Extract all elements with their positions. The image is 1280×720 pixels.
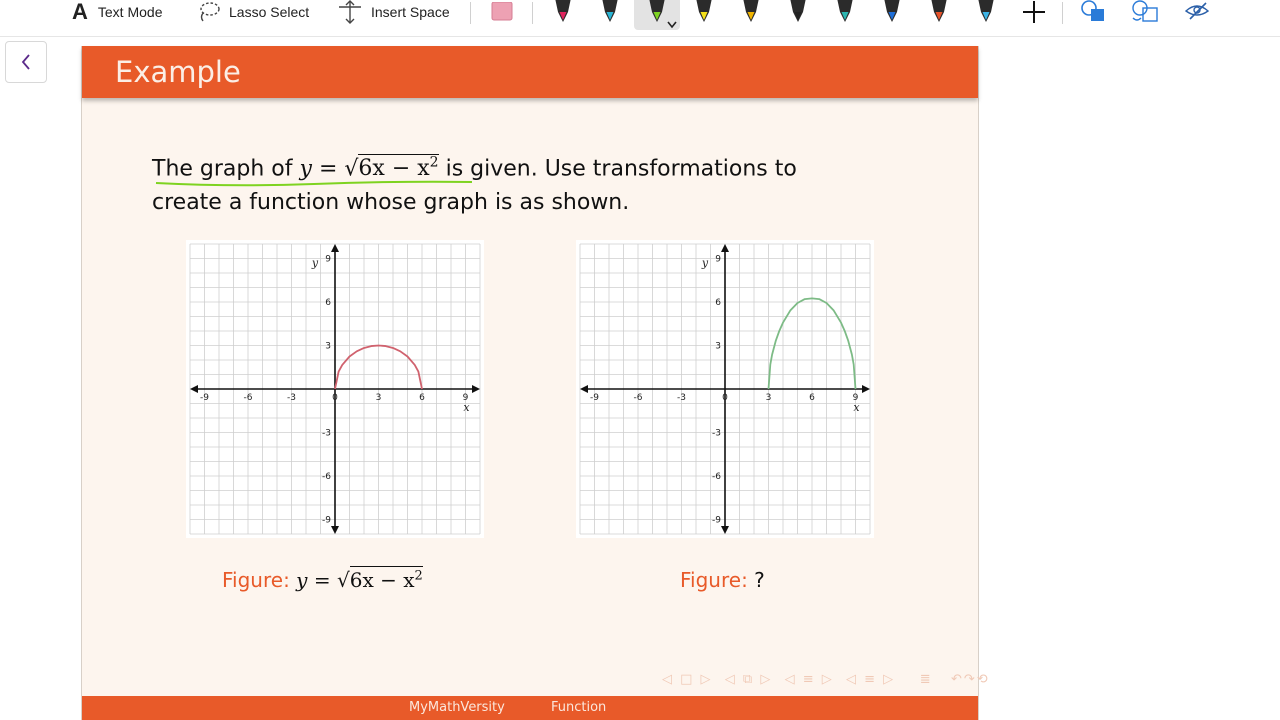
graph-left-y-arrow-up — [331, 244, 339, 252]
beamer-nav-symbols[interactable]: ◁ □ ▷ ◁ ⧉ ▷ ◁ ≡ ▷ ◁ ≡ ▷ ≣ ↶↷⟲ — [662, 672, 990, 687]
slide-title: Example — [115, 55, 241, 89]
caption-left-radicand: 6x − x2 — [349, 566, 423, 592]
pen-1-button[interactable] — [552, 0, 574, 24]
add-pen-button[interactable] — [1022, 0, 1046, 24]
graph-left-x-tick-label: -3 — [287, 393, 296, 403]
graph-right-x-tick-label: -3 — [677, 393, 686, 403]
graph-right-y-arrow-up — [721, 244, 729, 252]
problem-text-b: is given. Use transformations to — [445, 156, 797, 182]
eraser-button[interactable] — [490, 0, 514, 24]
lasso-select-button[interactable]: Lasso Select — [197, 0, 309, 24]
problem-y: y — [299, 156, 312, 182]
text-mode-button[interactable]: A Text Mode — [72, 0, 162, 24]
pen-8-button[interactable] — [881, 0, 903, 24]
convert-shapes-icon — [1132, 0, 1158, 22]
insert-space-label: Insert Space — [371, 4, 450, 20]
graph-left-y-axis-label: y — [311, 257, 319, 270]
graph-right-x-tick-label: 3 — [766, 393, 772, 403]
graph-left-x-arrow-right — [472, 385, 480, 393]
eye-pen-icon — [1184, 2, 1210, 20]
graph-left-x-tick-label: 3 — [376, 393, 382, 403]
shapes-icon — [1081, 0, 1104, 21]
graph-right-y-tick-label: -9 — [712, 516, 721, 526]
pen-6-button[interactable] — [787, 0, 809, 24]
graph-right-y-tick-label: 6 — [715, 298, 721, 308]
graph-right-y-arrow-down — [721, 526, 729, 534]
graph-left-y-tick-label: -9 — [322, 516, 331, 526]
slide-header: Example — [82, 46, 978, 98]
read-mode-button[interactable] — [1184, 0, 1212, 24]
shapes-button[interactable] — [1080, 0, 1106, 24]
graph-right-y-tick-label: 9 — [715, 255, 721, 265]
caption-left: Figure: y = √6x − x2 — [222, 566, 423, 592]
pen-4-button[interactable] — [693, 0, 715, 24]
graph-right-x-arrow-right — [862, 385, 870, 393]
graph-left-x-tick-label: 0 — [332, 393, 338, 403]
caption-right-label: Figure: — [680, 568, 748, 592]
problem-radicand: 6x − x2 — [358, 154, 439, 182]
problem-text-a: The graph of — [152, 156, 293, 182]
graph-right-x-tick-label: 6 — [809, 393, 815, 403]
graph-right-x-arrow-left — [580, 385, 588, 393]
convert-button[interactable] — [1131, 0, 1161, 24]
back-button[interactable] — [5, 41, 47, 83]
toolbar-divider — [470, 2, 471, 24]
graph-right-y-tick-label: 3 — [715, 342, 721, 352]
pen-9-button[interactable] — [928, 0, 950, 24]
graph-right-x-tick-label: 0 — [722, 393, 728, 403]
drawing-toolbar: A Text Mode Lasso Select Insert Space — [0, 0, 1280, 37]
caption-right: Figure: ? — [680, 568, 765, 592]
insert-space-icon — [339, 0, 361, 24]
caption-right-value: ? — [754, 568, 765, 592]
pen-7-button[interactable] — [834, 0, 856, 24]
insert-space-button[interactable]: Insert Space — [337, 0, 450, 24]
caption-left-label: Figure: — [222, 568, 290, 592]
problem-equals: = — [318, 156, 338, 182]
graph-transformed: -9 -6 -3 0 3 6 9963-3-6-9xy — [576, 240, 874, 538]
pen-2-button[interactable] — [599, 0, 621, 24]
toolbar-divider — [1062, 2, 1063, 24]
graph-right-x-tick-label: -9 — [590, 393, 599, 403]
graph-left-x-arrow-left — [190, 385, 198, 393]
graph-left-y-tick-label: 9 — [325, 255, 331, 265]
graph-right-y-tick-label: -3 — [712, 429, 721, 439]
slide-footer: MyMathVersity Function — [82, 696, 978, 720]
graph-left-x-tick-label: -9 — [200, 393, 209, 403]
caption-left-y: y — [296, 568, 308, 592]
graph-left-x-axis-label: x — [463, 401, 470, 414]
toolbar-divider — [532, 2, 533, 24]
caption-left-equals: = — [313, 568, 331, 592]
graph-right-y-tick-label: -6 — [712, 472, 721, 482]
pen-10-button[interactable] — [975, 0, 997, 24]
graph-left-x-tick-label: -6 — [244, 393, 253, 403]
graph-right-y-axis-label: y — [701, 257, 709, 270]
radical-sign: √ — [336, 568, 350, 592]
graph-left-x-tick-label: 6 — [419, 393, 425, 403]
chevron-down-icon[interactable] — [666, 20, 678, 30]
graph-right-x-axis-label: x — [853, 401, 860, 414]
pen-3-button[interactable] — [646, 0, 668, 24]
graph-left-y-tick-label: -3 — [322, 429, 331, 439]
radical-sign: √ — [344, 156, 359, 182]
problem-text-line2: create a function whose graph is as show… — [152, 190, 630, 216]
text-mode-icon: A — [72, 0, 88, 24]
lasso-select-label: Lasso Select — [229, 4, 310, 20]
pen-5-button[interactable] — [740, 0, 762, 24]
text-mode-label: Text Mode — [97, 4, 163, 20]
eraser-icon — [491, 2, 513, 21]
footer-section: Function — [551, 700, 607, 715]
graph-left-y-arrow-down — [331, 526, 339, 534]
lasso-icon — [200, 2, 220, 22]
graph-left-y-tick-label: 3 — [325, 342, 331, 352]
chevron-left-icon — [21, 54, 30, 70]
highlighter-underline — [155, 180, 473, 187]
graph-left-y-tick-label: 6 — [325, 298, 331, 308]
footer-author: MyMathVersity — [409, 700, 505, 715]
graph-original: -9 -6 -3 0 3 6 9963-3-6-9xy — [186, 240, 484, 538]
plus-icon — [1023, 1, 1045, 23]
presentation-slide: Example The graph of y = √6x − x2 is giv… — [81, 46, 988, 720]
graph-right-x-tick-label: -6 — [634, 393, 643, 403]
graph-left-y-tick-label: -6 — [322, 472, 331, 482]
